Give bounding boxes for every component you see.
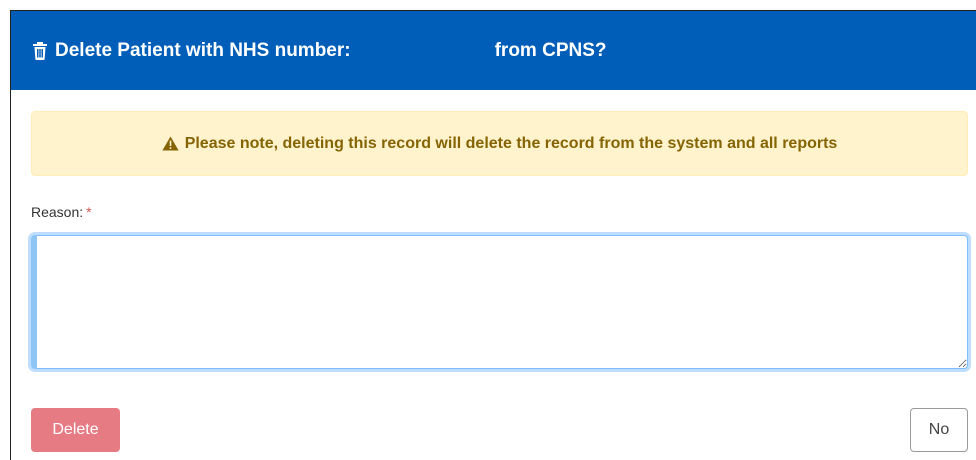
modal-title-prefix: Delete Patient with NHS number: bbox=[55, 39, 351, 61]
modal-title-suffix: from CPNS? bbox=[494, 39, 607, 61]
reason-label-text: Reason: bbox=[31, 204, 84, 220]
delete-button[interactable]: Delete bbox=[31, 408, 120, 452]
required-asterisk: * bbox=[86, 204, 92, 220]
warning-triangle-icon bbox=[162, 136, 179, 151]
reason-textarea[interactable] bbox=[31, 235, 968, 369]
warning-alert: Please note, deleting this record will d… bbox=[31, 111, 968, 176]
trash-icon bbox=[32, 41, 48, 60]
no-button[interactable]: No bbox=[910, 408, 968, 452]
reason-label: Reason: * bbox=[31, 204, 92, 220]
warning-message: Please note, deleting this record will d… bbox=[184, 134, 838, 152]
delete-patient-modal: Delete Patient with NHS number: from CPN… bbox=[10, 10, 976, 460]
modal-header: Delete Patient with NHS number: from CPN… bbox=[11, 11, 976, 90]
